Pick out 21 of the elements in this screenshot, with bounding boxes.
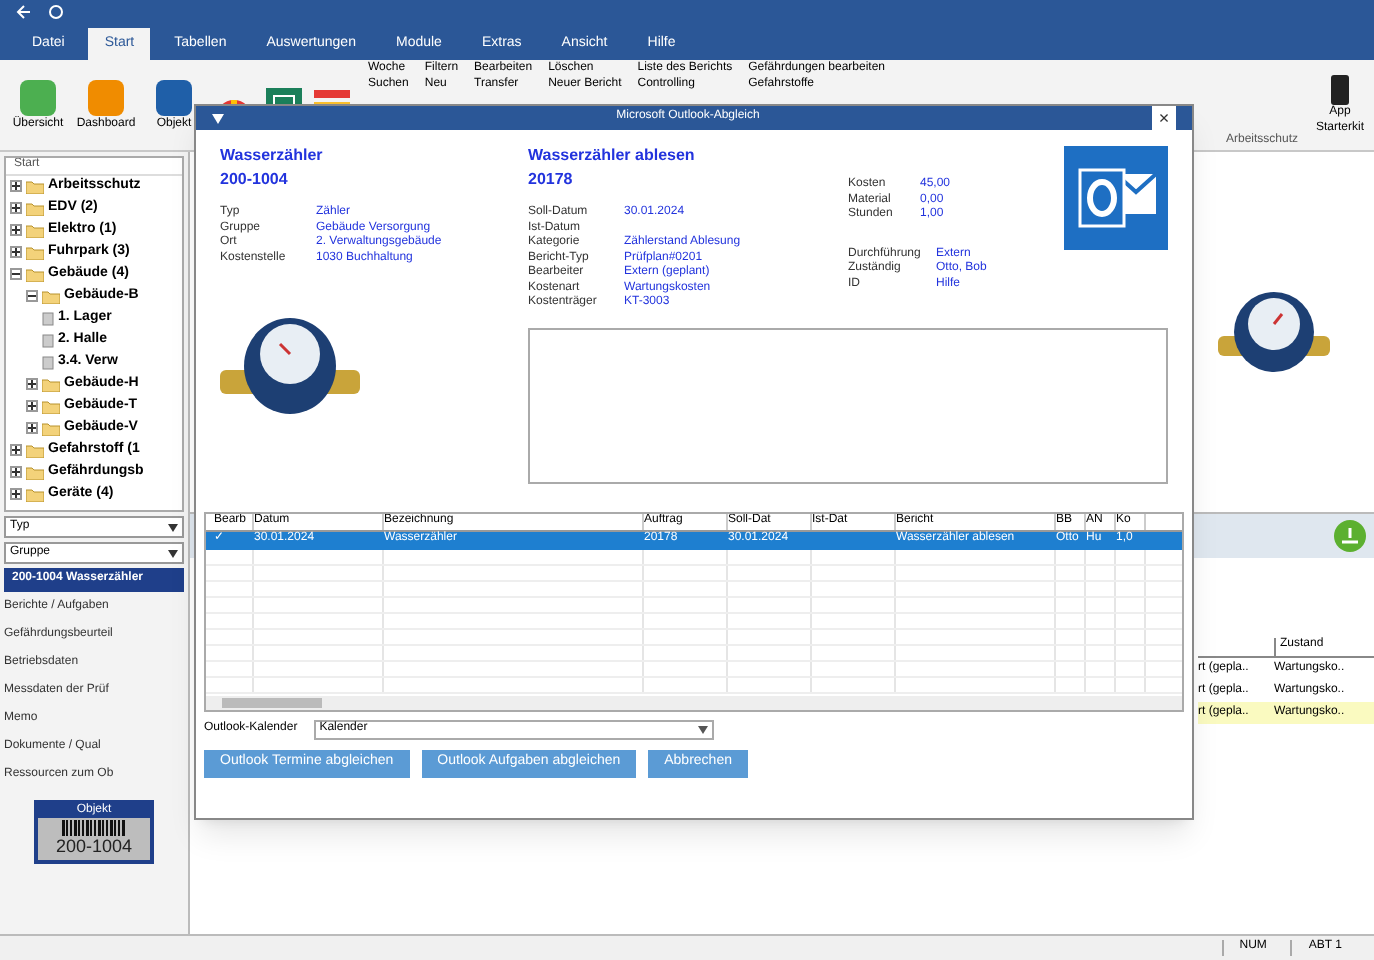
refresh-icon[interactable] — [48, 4, 64, 20]
object-number: 200-1004 — [220, 170, 290, 190]
caret-icon — [697, 725, 708, 733]
phone-icon — [1330, 74, 1350, 106]
task-heading: Wasserzähler ablesen — [528, 146, 697, 166]
barcode-icon — [62, 820, 126, 836]
notes-field[interactable] — [528, 327, 1168, 483]
caret-icon — [168, 549, 178, 557]
caret-icon — [168, 523, 178, 531]
back-icon[interactable] — [16, 4, 32, 20]
scrollbar[interactable] — [206, 695, 1182, 709]
tile-icon — [18, 77, 58, 118]
tile-icon — [86, 77, 126, 118]
task-number: 20178 — [528, 170, 575, 190]
caret-icon[interactable] — [212, 113, 224, 123]
mail-logo-icon — [1064, 146, 1168, 250]
object-heading: Wasserzähler — [220, 146, 325, 166]
tile-icon — [154, 77, 194, 118]
add-icon[interactable] — [1334, 520, 1366, 552]
close-button[interactable]: × — [1152, 106, 1176, 130]
label-number: 200-1004 — [55, 836, 133, 859]
